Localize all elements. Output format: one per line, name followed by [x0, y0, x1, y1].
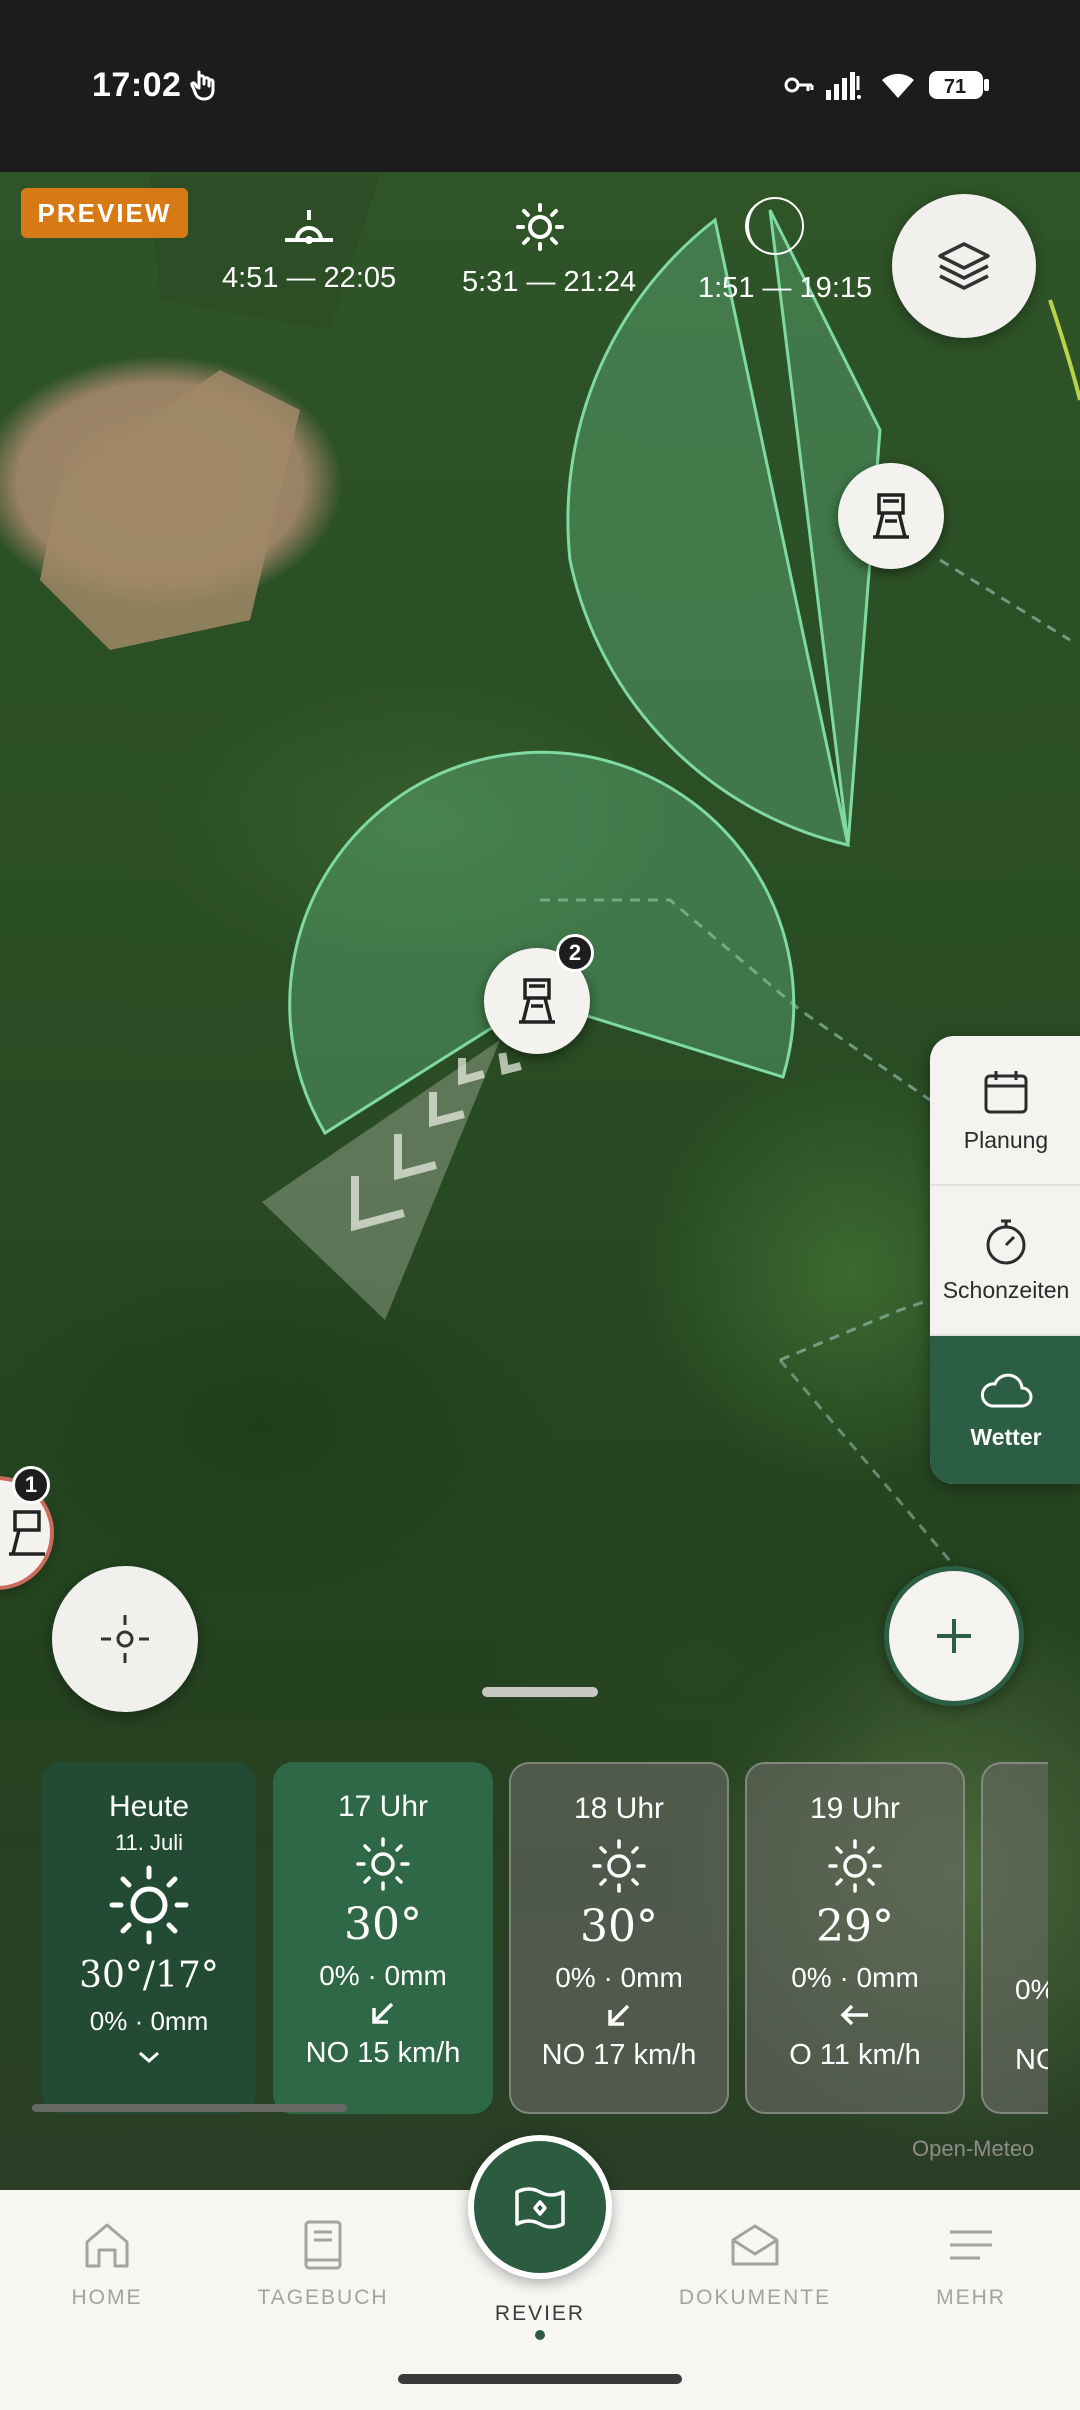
status-time: 17:02	[92, 66, 182, 104]
weather-temp: 30°	[344, 1899, 422, 1950]
wifi-icon	[880, 70, 916, 105]
weather-attribution[interactable]: Open-Meteo	[912, 2136, 1034, 2162]
side-panel: Planung Schonzeiten Wetter	[930, 1036, 1080, 1484]
side-item-schonzeiten[interactable]: Schonzeiten	[930, 1186, 1080, 1336]
weather-wind: NO 15 km/h	[305, 2037, 461, 2069]
marker-count-badge: 1	[12, 1466, 50, 1504]
envelope-icon	[731, 2224, 779, 2266]
weather-wind: NO 17 km/h	[541, 2039, 697, 2071]
weather-wind: O 11 km/h	[789, 2039, 921, 2071]
weather-card-hour[interactable]: 19 Uhr 29° 0% · 0mm O 11 km/h	[745, 1762, 965, 2114]
side-item-wetter[interactable]: Wetter	[930, 1336, 1080, 1484]
sun-icon	[356, 1837, 410, 1891]
nav-home[interactable]: HOME	[17, 2218, 197, 2310]
field-area	[40, 370, 300, 650]
menu-icon	[950, 2230, 992, 2260]
weather-precip: 0% · 0mm	[319, 1960, 447, 1991]
moon-times: 1:51 — 19:15	[698, 194, 873, 305]
side-item-label: Schonzeiten	[942, 1276, 1070, 1303]
hunting-stand-icon	[9, 1510, 45, 1556]
battery-icon: 71	[928, 70, 990, 105]
side-item-planung[interactable]: Planung	[930, 1036, 1080, 1186]
weather-card-today[interactable]: Heute 11. Juli 30°/17° 0% · 0mm	[42, 1762, 256, 2114]
stand-marker[interactable]	[838, 463, 944, 569]
weather-scroll-indicator	[32, 2104, 347, 2112]
weather-precip: 0% · 0mm	[791, 1962, 919, 1993]
map-icon	[515, 2187, 565, 2229]
key-icon	[784, 74, 814, 101]
book-icon	[304, 2220, 342, 2270]
arrow-down-left-icon	[372, 2002, 394, 2024]
side-item-label: Wetter	[970, 1423, 1042, 1450]
weather-day-date: 11. Juli	[114, 1830, 184, 1855]
twilight-label: 4:51 — 22:05	[222, 262, 397, 294]
preview-badge: PREVIEW	[21, 188, 188, 238]
chevron-down-icon[interactable]	[136, 2049, 162, 2065]
weather-temp: 30°	[580, 1901, 658, 1952]
sun-times: 5:31 — 21:24	[462, 202, 637, 299]
twilight-times: 4:51 — 22:05	[222, 204, 396, 295]
stopwatch-icon	[986, 1219, 1026, 1264]
weather-hour-title: 18 Uhr	[573, 1792, 665, 1825]
signal-icon	[826, 72, 862, 105]
nav-label: TAGEBUCH	[257, 2286, 389, 2309]
sun-icon	[592, 1839, 646, 1893]
sun-icon	[828, 1839, 882, 1893]
add-button[interactable]	[884, 1566, 1024, 1706]
nav-revier[interactable]	[468, 2135, 612, 2279]
marker-count-badge: 2	[556, 934, 594, 972]
crosshair-icon	[101, 1615, 149, 1663]
locate-button[interactable]	[52, 1566, 198, 1712]
boundary-line	[939, 558, 1071, 642]
nav-label: DOKUMENTE	[678, 2286, 832, 2309]
nav-mehr[interactable]: MEHR	[881, 2218, 1061, 2310]
road-line	[1048, 299, 1080, 401]
nav-label-active: REVIER	[494, 2302, 586, 2325]
weather-temp-range: 30°/17°	[79, 1955, 219, 1996]
weather-temp: 29°	[816, 1901, 894, 1952]
stand-marker[interactable]: 2	[484, 934, 594, 1054]
side-item-label: Planung	[963, 1126, 1049, 1153]
active-indicator-dot	[535, 2330, 545, 2340]
weather-card-hour[interactable]: 0% NO	[981, 1762, 1048, 2114]
home-icon	[85, 2223, 129, 2268]
sun-icon	[109, 1865, 189, 1945]
layers-icon	[938, 242, 990, 290]
arrow-left-icon	[840, 2004, 868, 2026]
bottom-navigation: HOME TAGEBUCH REVIER DOKUMENTE MEHR	[0, 2135, 1080, 2410]
weather-hour-title: 19 Uhr	[809, 1792, 901, 1825]
hunting-stand-icon	[873, 493, 909, 539]
weather-day-title: Heute	[108, 1790, 190, 1823]
weather-precip: 0% · 0mm	[89, 2006, 209, 2036]
weather-forecast-strip[interactable]: Heute 11. Juli 30°/17° 0% · 0mm 17 Uhr 3…	[0, 1762, 1048, 2118]
sun-icon	[516, 203, 564, 251]
hunting-stand-icon	[519, 978, 555, 1024]
weather-card-hour[interactable]: 18 Uhr 30° 0% · 0mm NO 17 km/h	[509, 1762, 729, 2114]
weather-hour-title: 17 Uhr	[337, 1790, 429, 1823]
dawn-icon	[285, 210, 333, 244]
sheet-drag-handle[interactable]	[482, 1687, 598, 1697]
view-sector	[288, 750, 796, 1136]
sun-label: 5:31 — 21:24	[462, 266, 637, 298]
battery-level: 71	[944, 76, 966, 98]
cloud-icon	[980, 1373, 1033, 1407]
weather-wind: NO	[1015, 2044, 1048, 2076]
nav-tagebuch[interactable]: TAGEBUCH	[233, 2218, 413, 2310]
hand-pointer-icon	[190, 68, 216, 107]
status-bar: 17:02 71	[0, 0, 1080, 172]
moon-icon	[745, 197, 804, 255]
layers-button[interactable]	[892, 194, 1036, 338]
nav-label: HOME	[71, 2286, 143, 2309]
moon-label: 1:51 — 19:15	[698, 272, 873, 304]
nav-dokumente[interactable]: DOKUMENTE	[665, 2218, 845, 2310]
weather-precip: 0% · 0mm	[555, 1962, 683, 1993]
arrow-down-left-icon	[608, 2004, 630, 2026]
nav-label: MEHR	[936, 2286, 1006, 2309]
weather-precip: 0%	[1015, 1974, 1048, 2005]
home-indicator[interactable]	[398, 2374, 682, 2384]
plus-icon	[937, 1619, 971, 1653]
calendar-icon	[984, 1070, 1028, 1113]
weather-card-hour[interactable]: 17 Uhr 30° 0% · 0mm NO 15 km/h	[273, 1762, 493, 2114]
